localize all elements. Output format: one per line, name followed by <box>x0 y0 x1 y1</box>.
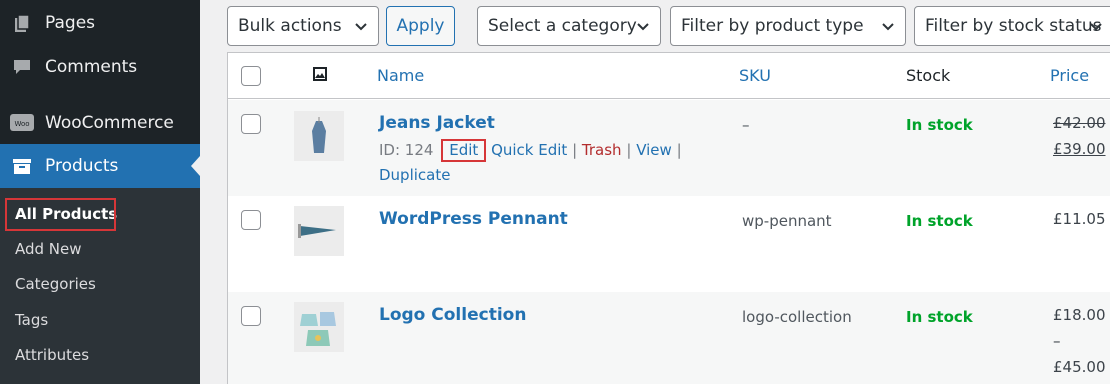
view-link[interactable]: View <box>636 141 672 159</box>
price-range-min: £18.00 – <box>1053 306 1106 350</box>
submenu-tags[interactable]: Tags <box>15 311 48 329</box>
separator: | <box>572 141 578 159</box>
apply-button[interactable]: Apply <box>386 6 455 46</box>
stock-status-value: Filter by stock status <box>925 16 1102 36</box>
sale-price: £39.00 <box>1053 140 1106 158</box>
product-sku: logo-collection <box>742 308 852 326</box>
edit-link[interactable]: Edit <box>449 141 478 159</box>
submenu-categories[interactable]: Categories <box>15 275 96 293</box>
table-row: WordPress Pennant wp-pennant In stock £1… <box>228 196 1110 292</box>
column-name[interactable]: Name <box>377 66 424 85</box>
menu-item-pages[interactable]: Pages <box>0 1 200 45</box>
woocommerce-icon: Woo <box>10 111 34 135</box>
menu-label: WooCommerce <box>45 113 174 133</box>
stock-status: In stock <box>906 116 973 134</box>
product-thumbnail[interactable] <box>294 111 344 161</box>
menu-label: Products <box>45 156 119 176</box>
admin-sidebar: Pages Comments Woo WooCommerce Products … <box>0 0 200 384</box>
submenu-add-new[interactable]: Add New <box>15 240 82 258</box>
menu-item-comments[interactable]: Comments <box>0 45 200 89</box>
product-type-value: Filter by product type <box>681 16 864 36</box>
quick-edit-link[interactable]: Quick Edit <box>491 141 567 159</box>
separator: | <box>676 141 682 159</box>
product-price: £11.05 <box>1053 210 1106 228</box>
product-thumbnail[interactable] <box>294 302 344 352</box>
chevron-down-icon <box>882 23 894 31</box>
bulk-actions-value: Bulk actions <box>238 16 342 36</box>
column-price[interactable]: Price <box>1050 66 1089 85</box>
product-name-link[interactable]: WordPress Pennant <box>379 209 568 229</box>
product-price: £42.00 £39.00 <box>1053 110 1106 162</box>
table-header: Name SKU Stock Price <box>228 53 1110 99</box>
category-value: Select a category <box>488 16 637 36</box>
menu-label: Pages <box>45 13 96 33</box>
menu-item-products[interactable]: Products <box>0 144 200 188</box>
separator: | <box>626 141 632 159</box>
product-name-link[interactable]: Jeans Jacket <box>379 113 495 133</box>
stock-status: In stock <box>906 308 973 326</box>
highlight-box-edit: Edit <box>441 139 487 162</box>
comments-icon <box>10 55 34 79</box>
chevron-down-icon <box>355 23 367 31</box>
bulk-actions-select[interactable]: Bulk actions <box>227 6 379 46</box>
pages-icon <box>10 11 34 35</box>
product-name-link[interactable]: Logo Collection <box>379 305 526 325</box>
table-row: Jeans Jacket ID: 124 Edit Quick Edit | T… <box>228 100 1110 196</box>
product-id: ID: 124 <box>379 141 434 159</box>
chevron-down-icon <box>637 23 649 31</box>
row-checkbox[interactable] <box>241 114 261 134</box>
menu-item-woocommerce[interactable]: Woo WooCommerce <box>0 101 200 145</box>
column-sku[interactable]: SKU <box>739 66 771 85</box>
products-submenu: All Products Add New Categories Tags Att… <box>0 188 200 384</box>
menu-label: Comments <box>45 57 138 77</box>
regular-price: £42.00 <box>1053 114 1106 132</box>
stock-status: In stock <box>906 212 973 230</box>
trash-link[interactable]: Trash <box>582 141 622 159</box>
table-row: Logo Collection logo-collection In stock… <box>228 292 1110 384</box>
submenu-attributes[interactable]: Attributes <box>15 346 89 364</box>
product-type-select[interactable]: Filter by product type <box>670 6 906 46</box>
svg-text:Woo: Woo <box>14 120 29 128</box>
product-sku: wp-pennant <box>742 212 832 230</box>
category-select[interactable]: Select a category <box>477 6 661 46</box>
products-table: Name SKU Stock Price Jeans Jacket ID: 12… <box>227 52 1110 384</box>
column-stock: Stock <box>906 66 951 85</box>
duplicate-link[interactable]: Duplicate <box>379 166 450 184</box>
image-icon <box>312 66 328 86</box>
price-range-max: £45.00 <box>1053 358 1106 376</box>
product-price: £18.00 – £45.00 <box>1053 302 1110 380</box>
highlight-box-all-products <box>5 198 116 231</box>
product-thumbnail[interactable] <box>294 206 344 256</box>
chevron-down-icon <box>1090 23 1102 31</box>
stock-status-select[interactable]: Filter by stock status <box>914 6 1110 46</box>
select-all-checkbox[interactable] <box>241 66 261 86</box>
product-sku: – <box>742 116 750 134</box>
row-checkbox[interactable] <box>241 306 261 326</box>
row-actions: ID: 124 Edit Quick Edit | Trash | View |… <box>379 138 682 188</box>
products-icon <box>10 154 34 178</box>
row-checkbox[interactable] <box>241 210 261 230</box>
